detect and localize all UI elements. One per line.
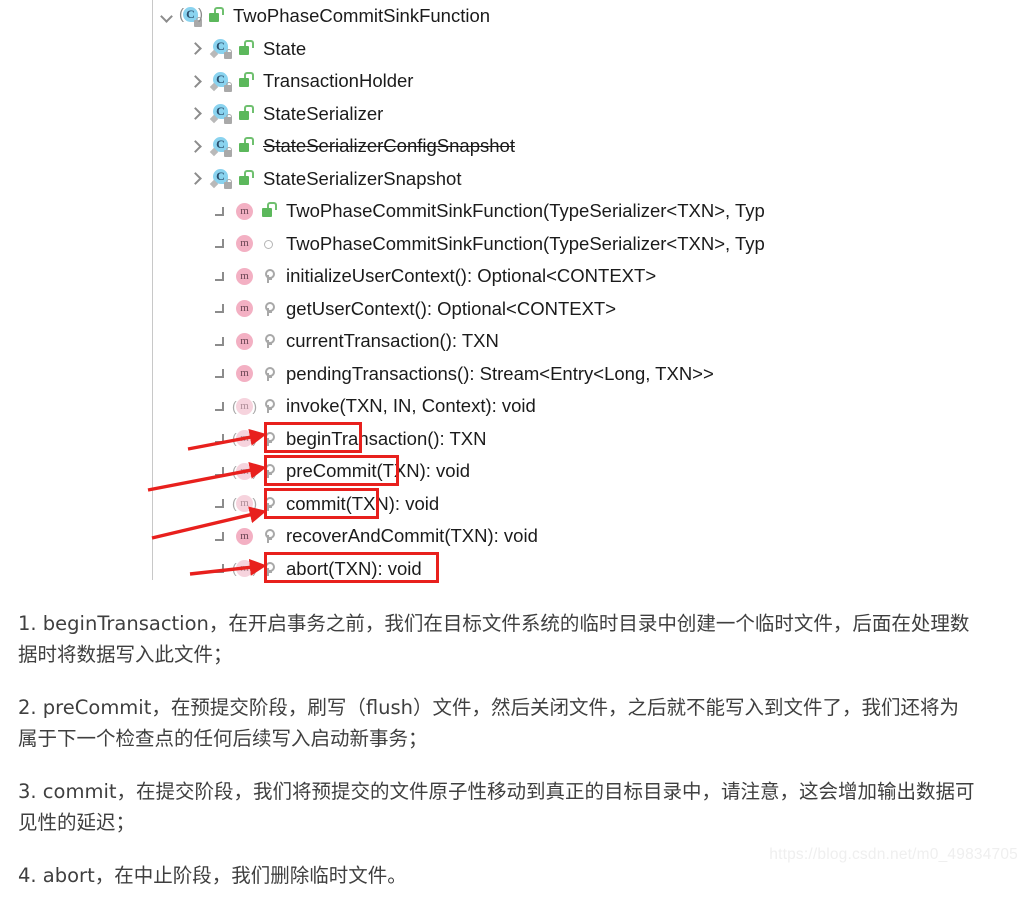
tree-row-label: invoke(TXN, IN, Context): void (286, 395, 536, 417)
public-padlock-icon (238, 169, 254, 188)
public-padlock-icon (208, 7, 224, 25)
class-icon: C (209, 136, 232, 157)
tree-row-label: StateSerializerSnapshot (263, 167, 462, 189)
tree-row-getusercontext[interactable]: m getUserContext(): Optional<CONTEXT> (153, 293, 1027, 326)
tree-row-begintransaction[interactable]: m() beginTransaction(): TXN (153, 423, 1027, 456)
abstract-method-icon: m() (232, 560, 257, 578)
tree-row-initializeusercontext[interactable]: m initializeUserContext(): Optional<CONTE… (153, 260, 1027, 293)
tree-row-twophasecommitsinkfunction[interactable]: C() TwoPhaseCommitSinkFunction (153, 0, 1027, 33)
tree-row-invoke[interactable]: m() invoke(TXN, IN, Context): void (153, 390, 1027, 423)
chevron-spacer (212, 333, 229, 350)
method-icon: m (234, 298, 255, 319)
chevron-spacer (212, 528, 229, 545)
abstract-method-icon: m() (232, 462, 257, 480)
tree-row-commit[interactable]: m() commit(TXN): void (153, 488, 1027, 521)
public-padlock-icon (238, 137, 254, 155)
protected-key-icon (261, 300, 277, 318)
tree-row-label: preCommit(TXN): void (286, 460, 470, 482)
tree-row-stateserializersnapshot[interactable]: C StateSerializerSnapshot (153, 163, 1027, 196)
protected-key-icon (261, 495, 277, 513)
tree-row-label: currentTransaction(): TXN (286, 330, 499, 352)
class-icon: C (209, 71, 232, 92)
note-paragraph-3: 3. commit，在提交阶段，我们将预提交的文件原子性移动到真正的目标目录中，… (18, 780, 975, 834)
public-padlock-icon (238, 104, 254, 123)
tree-row-twophasecommitsinkfunction[interactable]: m TwoPhaseCommitSinkFunction(TypeSerializ… (153, 228, 1027, 261)
abstract-method-icon: m() (232, 430, 257, 448)
tree-row-label: StateSerializerConfigSnapshot (263, 135, 515, 157)
tree-row-recoverandcommit[interactable]: m recoverAndCommit(TXN): void (153, 520, 1027, 553)
tree-row-twophasecommitsinkfunction[interactable]: m TwoPhaseCommitSinkFunction(TypeSerializ… (153, 195, 1027, 228)
protected-key-icon (261, 560, 277, 578)
chevron-spacer (212, 300, 229, 317)
tree-row-transactionholder[interactable]: C TransactionHolder (153, 65, 1027, 98)
tree-row-label: TwoPhaseCommitSinkFunction(TypeSerialize… (286, 232, 765, 254)
chevron-spacer (212, 268, 229, 285)
public-padlock-icon (238, 72, 254, 90)
tree-row-currenttransaction[interactable]: m currentTransaction(): TXN (153, 325, 1027, 358)
tree-row-label: beginTransaction(): TXN (286, 427, 487, 449)
tree-row-stateserializerconfigsnapshot[interactable]: C StateSerializerConfigSnapshot (153, 130, 1027, 163)
note-paragraph-2: 2. preCommit，在预提交阶段，刷写（flush）文件，然后关闭文件，之… (18, 696, 960, 750)
tree-row-label: initializeUserContext(): Optional<CONTEX… (286, 265, 657, 287)
protected-key-icon (261, 462, 277, 480)
tree-row-stateserializer[interactable]: C StateSerializer (153, 98, 1027, 131)
chevron-spacer (212, 235, 229, 252)
tree-row-label: StateSerializer (263, 102, 384, 124)
tree-row-label: pendingTransactions(): Stream<Entry<Long… (286, 362, 714, 384)
chevron-spacer (212, 430, 229, 447)
tree-row-label: abort(TXN): void (286, 557, 422, 579)
tree-row-label: TransactionHolder (263, 70, 414, 92)
chevron-right-icon[interactable] (189, 138, 206, 155)
public-padlock-icon (238, 39, 254, 58)
package-private-icon (261, 235, 277, 253)
protected-key-icon (261, 397, 277, 415)
tree-row-label: getUserContext(): Optional<CONTEXT> (286, 297, 617, 319)
chevron-spacer (212, 398, 229, 415)
explanation-notes: 1. beginTransaction，在开启事务之前，我们在目标文件系统的临时… (18, 608, 978, 913)
chevron-right-icon[interactable] (189, 40, 206, 57)
chevron-right-icon[interactable] (189, 170, 206, 187)
class-icon: C() (179, 6, 203, 27)
protected-key-icon (261, 267, 277, 285)
chevron-spacer (212, 365, 229, 382)
method-icon: m (234, 526, 255, 547)
chevron-right-icon[interactable] (189, 73, 206, 90)
chevron-spacer (212, 560, 229, 577)
chevron-down-icon[interactable] (159, 8, 176, 25)
structure-tree-panel[interactable]: C() TwoPhaseCommitSinkFunction C State C Tran… (152, 0, 1027, 580)
tree-row-pendingtransactions[interactable]: m pendingTransactions(): Stream<Entry<Lon… (153, 358, 1027, 391)
note-paragraph-4: 4. abort，在中止阶段，我们删除临时文件。 (18, 864, 407, 887)
tree-row-state[interactable]: C State (153, 33, 1027, 66)
protected-key-icon (261, 332, 277, 350)
tree-row-label: commit(TXN): void (286, 492, 440, 514)
public-padlock-icon (261, 202, 277, 220)
class-icon: C (209, 103, 232, 125)
abstract-method-icon: m() (232, 495, 257, 513)
method-icon: m (234, 363, 255, 384)
tree-row-label: TwoPhaseCommitSinkFunction (233, 5, 491, 27)
method-icon: m (234, 201, 255, 222)
chevron-spacer (212, 495, 229, 512)
protected-key-icon (261, 365, 277, 383)
chevron-right-icon[interactable] (189, 105, 206, 122)
method-icon: m (234, 266, 255, 287)
tree-row-precommit[interactable]: m() preCommit(TXN): void (153, 455, 1027, 488)
tree-row-abort[interactable]: m() abort(TXN): void (153, 553, 1027, 581)
watermark-text: https://blog.csdn.net/m0_49834705 (769, 846, 1018, 863)
chevron-spacer (212, 203, 229, 220)
tree-row-label: State (263, 37, 307, 59)
class-icon: C (209, 168, 232, 190)
protected-key-icon (261, 430, 277, 448)
chevron-spacer (212, 463, 229, 480)
note-paragraph-1: 1. beginTransaction，在开启事务之前，我们在目标文件系统的临时… (18, 612, 970, 666)
abstract-method-icon: m() (232, 397, 257, 415)
method-icon: m (234, 233, 255, 254)
tree-row-label: TwoPhaseCommitSinkFunction(TypeSerialize… (286, 200, 765, 222)
protected-key-icon (261, 527, 277, 545)
tree-row-label: recoverAndCommit(TXN): void (286, 525, 538, 547)
method-icon: m (234, 331, 255, 352)
class-icon: C (209, 38, 232, 60)
